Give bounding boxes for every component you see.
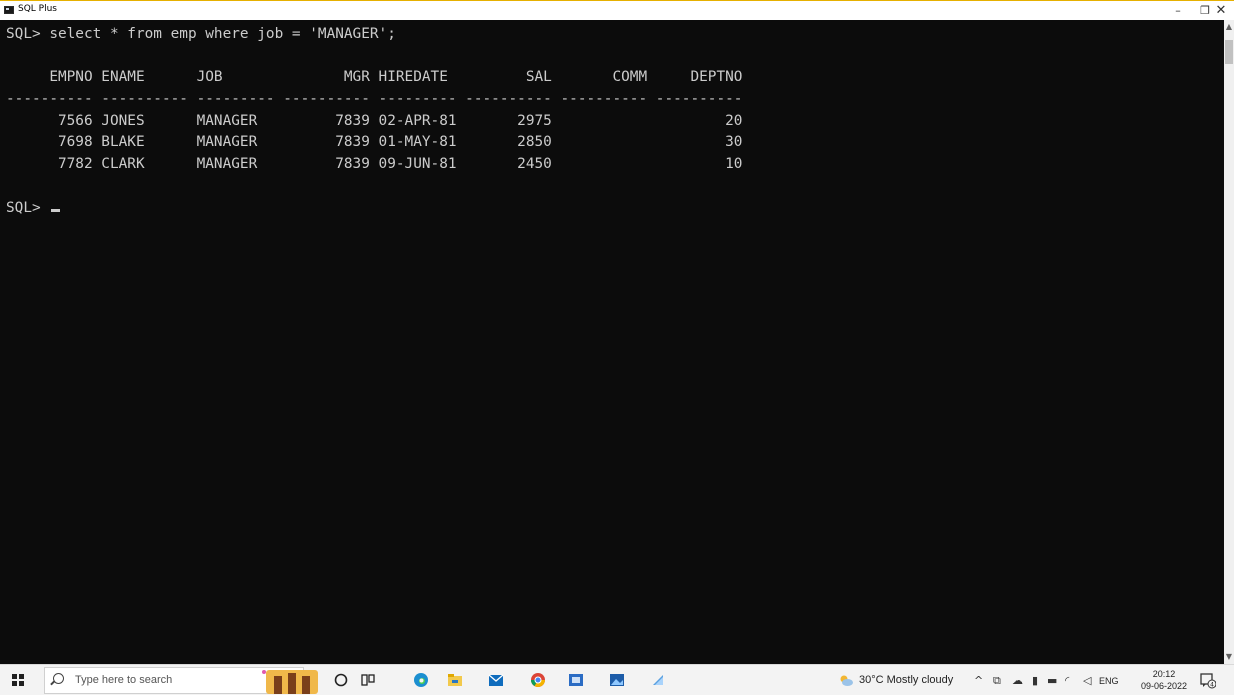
- microphone-icon[interactable]: ▮: [1032, 674, 1038, 687]
- clock-time: 20:12: [1152, 669, 1176, 679]
- clock-date: 09-06-2022: [1140, 681, 1188, 691]
- network-adapter-icon[interactable]: ⧉: [993, 674, 1001, 688]
- console-output: SQL> select * from emp where job = 'MANA…: [6, 24, 742, 219]
- close-button[interactable]: ✕: [1207, 1, 1234, 21]
- snipping-tool-icon[interactable]: [650, 672, 666, 688]
- scroll-up-arrow-icon[interactable]: ▲: [1224, 20, 1234, 34]
- search-highlight-image[interactable]: [260, 668, 324, 694]
- store-app-icon[interactable]: [568, 672, 584, 688]
- wifi-icon[interactable]: ◜: [1065, 674, 1069, 687]
- chrome-icon[interactable]: [530, 672, 546, 688]
- windows-start-icon[interactable]: [12, 674, 24, 686]
- result-column-headers: EMPNO ENAME JOB MGR HIREDATE SAL COMM DE…: [6, 69, 743, 86]
- window-title: SQL Plus: [18, 4, 57, 14]
- console-area[interactable]: SQL> select * from emp where job = 'MANA…: [0, 20, 1224, 664]
- sql-prompt: SQL>: [6, 199, 50, 216]
- mail-icon[interactable]: [488, 672, 504, 688]
- notification-count: 4: [1210, 682, 1214, 689]
- title-bar[interactable]: SQL Plus – ❐ ✕: [0, 1, 1234, 21]
- photos-icon[interactable]: [609, 672, 625, 688]
- result-row: 7566 JONES MANAGER 7839 02-APR-81 2975 2…: [6, 112, 743, 129]
- taskbar: Type here to search 30°C Mostly cloudy ^…: [0, 664, 1234, 695]
- result-row: 7782 CLARK MANAGER 7839 09-JUN-81 2450 1…: [6, 156, 743, 173]
- console-line-blank: [6, 46, 742, 68]
- edge-browser-icon[interactable]: [413, 672, 429, 688]
- file-explorer-icon[interactable]: [447, 672, 463, 688]
- prompt-line[interactable]: SQL>: [6, 198, 742, 220]
- weather-status[interactable]: 30°C Mostly cloudy: [859, 674, 953, 686]
- search-placeholder: Type here to search: [75, 674, 173, 686]
- task-view-icon[interactable]: [360, 672, 376, 688]
- battery-icon[interactable]: ▬: [1047, 674, 1057, 687]
- weather-cloud-icon: [840, 675, 853, 686]
- console-app-icon: [4, 6, 14, 14]
- input-language[interactable]: ENG: [1099, 676, 1119, 686]
- notification-center-icon[interactable]: 4: [1200, 673, 1216, 689]
- result-row: 7698 BLAKE MANAGER 7839 01-MAY-81 2850 3…: [6, 134, 743, 151]
- result-separator: ---------- ---------- --------- --------…: [6, 91, 743, 108]
- onedrive-cloud-icon[interactable]: ☁: [1012, 674, 1023, 687]
- scroll-down-arrow-icon[interactable]: ▼: [1224, 650, 1234, 664]
- search-icon: [53, 673, 64, 684]
- show-hidden-icons-chevron-icon[interactable]: ^: [974, 674, 983, 687]
- scrollbar-thumb[interactable]: [1225, 40, 1233, 64]
- text-cursor: [51, 208, 61, 212]
- cortana-icon[interactable]: [333, 672, 349, 688]
- console-line-blank: [6, 176, 742, 198]
- system-clock[interactable]: 20:12 09-06-2022: [1138, 668, 1190, 692]
- minimize-button[interactable]: –: [1164, 1, 1192, 21]
- console-line-command: SQL> select * from emp where job = 'MANA…: [6, 26, 396, 42]
- vertical-scrollbar[interactable]: ▲ ▼: [1224, 20, 1234, 664]
- volume-icon[interactable]: ◁: [1083, 674, 1091, 687]
